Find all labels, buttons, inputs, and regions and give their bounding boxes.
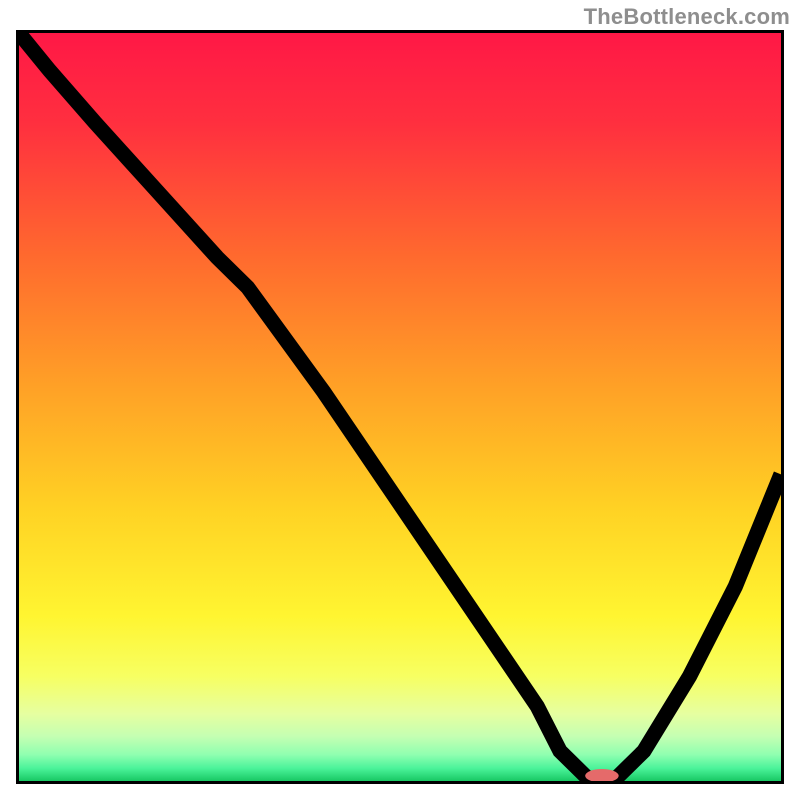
watermark-text: TheBottleneck.com [584,4,790,30]
chart-svg [19,33,781,781]
chart-frame: TheBottleneck.com [0,0,800,800]
background-rect [19,33,781,781]
plot-area [16,30,784,784]
